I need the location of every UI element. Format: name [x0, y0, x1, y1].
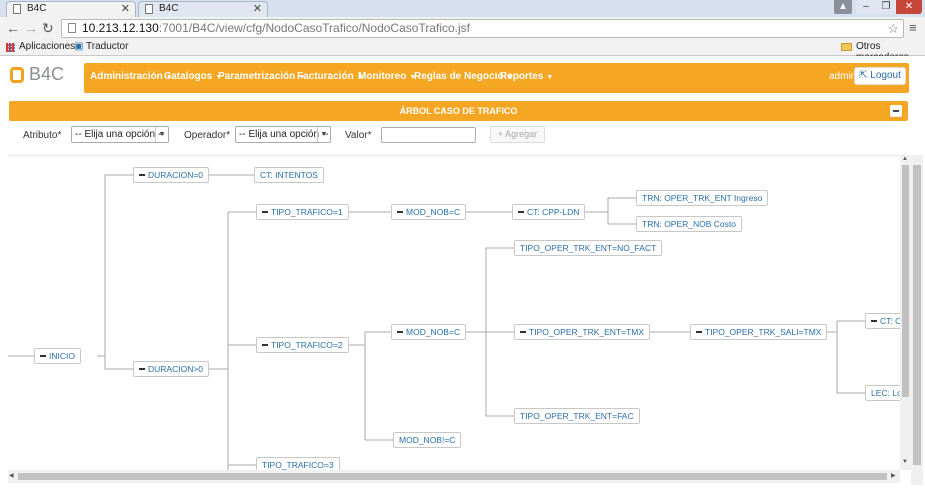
tree-node-trn-ingreso[interactable]: TRN: OPER_TRK_ENT Ingreso	[636, 190, 769, 206]
nav-parametrizacion[interactable]: Parametrización ▼	[218, 71, 305, 82]
tree-node-mod-nob-2[interactable]: MOD_NOB=C	[391, 324, 467, 340]
browser-menu-icon[interactable]: ≡	[909, 20, 917, 35]
close-window-icon[interactable]: ✕	[896, 0, 922, 14]
tree-node-tipo-trafico-2[interactable]: TIPO_TRAFICO=2	[256, 337, 349, 353]
nav-catalogos[interactable]: Catalogos ▼	[164, 71, 222, 82]
forward-icon[interactable]: →	[24, 20, 38, 36]
nav-administracion[interactable]: Administración ▼	[90, 71, 173, 82]
filter-form: Atributo* -- Elija una opción -- ▼ Opera…	[0, 121, 925, 155]
nav-reglas-negocio[interactable]: Reglas de Negocio ▼	[414, 71, 513, 82]
tree-node-oper-trk-sali-tmx[interactable]: TIPO_OPER_TRK_SALI=TMX	[690, 324, 828, 340]
close-tab-icon[interactable]: ✕	[121, 2, 130, 15]
logo-icon	[10, 67, 24, 83]
collapse-icon[interactable]	[871, 319, 877, 322]
app-logo: B4C	[29, 64, 65, 84]
operador-label: Operador*	[184, 130, 231, 141]
collapse-icon[interactable]	[397, 210, 403, 213]
chevron-down-icon: ▼	[155, 127, 168, 142]
apps-icon	[6, 43, 15, 52]
valor-input[interactable]	[381, 127, 476, 143]
bookmarks-bar: Aplicaciones ▣ Traductor Otros marcadore…	[0, 39, 925, 63]
scroll-thumb[interactable]	[913, 165, 921, 465]
tree-node-tipo-trafico-3[interactable]: TIPO_TRAFICO=3	[256, 457, 340, 470]
tree-node-tipo-trafico-1[interactable]: TIPO_TRAFICO=1	[256, 204, 349, 220]
panel-header: ÁRBOL CASO DE TRAFICO	[9, 101, 908, 121]
user-profile-icon[interactable]: ▲	[834, 0, 852, 14]
tree-node-trn-costo[interactable]: TRN: OPER_NOB Costo	[636, 216, 742, 232]
tree-node-duracion-gt-0[interactable]: DURACION>0	[133, 361, 210, 377]
maximize-icon[interactable]: ❐	[876, 0, 896, 14]
tree-node-inicio[interactable]: INICIO	[34, 348, 81, 364]
url-path: :7001/B4C/view/cfg/NodoCasoTrafico/NodoC…	[158, 21, 470, 35]
tree-node-duracion-0[interactable]: DURACION=0	[133, 167, 210, 183]
collapse-icon[interactable]	[139, 173, 145, 176]
scroll-thumb[interactable]	[902, 165, 909, 397]
scroll-left-icon[interactable]: ◀	[9, 472, 14, 479]
valor-label: Valor*	[345, 130, 372, 141]
collapse-icon[interactable]	[262, 343, 268, 346]
tree-node-ct-intentos[interactable]: CT: INTENTOS	[254, 167, 324, 183]
page-icon	[145, 4, 153, 14]
decision-tree: INICIO DURACION=0 DURACION>0 CT: INTENTO…	[8, 155, 900, 470]
page-icon	[68, 23, 76, 33]
browser-toolbar: ← → ↻ 10.213.12.130:7001/B4C/view/cfg/No…	[0, 17, 925, 39]
translate-icon: ▣	[74, 41, 84, 52]
chevron-down-icon: ▼	[317, 127, 330, 142]
nav-reportes[interactable]: Reportes ▼	[500, 71, 553, 82]
close-tab-icon[interactable]: ✕	[253, 2, 262, 15]
collapse-icon[interactable]	[40, 354, 46, 357]
scroll-right-icon[interactable]: ▶	[891, 472, 896, 479]
main-navbar: Administración ▼ Catalogos ▼ Parametrizaci…	[84, 63, 909, 93]
tree-node-lec[interactable]: LEC: Lo	[865, 385, 900, 401]
scroll-down-icon[interactable]: ▼	[902, 459, 908, 465]
tree-vertical-scrollbar[interactable]: ▲ ▼	[900, 155, 911, 470]
tree-horizontal-scrollbar[interactable]: ◀ ▶	[8, 470, 900, 483]
collapse-icon[interactable]	[518, 210, 524, 213]
url-host: 10.213.12.130	[82, 21, 159, 35]
caret-down-icon: ▼	[546, 74, 554, 81]
tree-node-ct-cl[interactable]: CT: Cl	[865, 313, 900, 329]
tree-node-mod-nob-1[interactable]: MOD_NOB=C	[391, 204, 467, 220]
bookmark-apps[interactable]: Aplicaciones	[19, 41, 75, 52]
page-icon	[13, 4, 21, 14]
page-scrollbar[interactable]	[911, 155, 923, 485]
bookmark-translator[interactable]: Traductor	[86, 41, 128, 52]
bookmark-star-icon[interactable]: ☆	[887, 20, 899, 37]
user-name: admin	[829, 71, 857, 82]
collapse-icon[interactable]	[520, 330, 526, 333]
atributo-label: Atributo*	[23, 130, 62, 141]
reload-icon[interactable]: ↻	[42, 20, 54, 37]
minimize-icon[interactable]: –	[856, 0, 876, 14]
panel-title: ÁRBOL CASO DE TRAFICO	[399, 106, 518, 116]
back-icon[interactable]: ←	[6, 20, 20, 36]
browser-tab-active[interactable]: B4C ✕	[6, 1, 136, 17]
atributo-select[interactable]: -- Elija una opción -- ▼	[71, 126, 169, 143]
logout-button[interactable]: ⇱ Logout	[854, 67, 906, 85]
logout-icon: ⇱	[859, 70, 871, 81]
scroll-thumb[interactable]	[18, 473, 887, 480]
browser-tab-inactive[interactable]: B4C ✕	[138, 1, 268, 17]
folder-icon	[841, 43, 852, 51]
browser-tab-bar: B4C ✕ B4C ✕ ▲ – ❐ ✕	[0, 0, 925, 17]
tab-title: B4C	[159, 3, 179, 14]
operador-select[interactable]: -- Elija una opción -- ▼	[235, 126, 331, 143]
nav-monitoreo[interactable]: Monitoreo ▼	[358, 71, 416, 82]
nav-facturacion[interactable]: Facturación ▼	[297, 71, 364, 82]
tree-node-mod-nob-ne[interactable]: MOD_NOB!=C	[393, 432, 462, 448]
tab-title: B4C	[27, 3, 47, 14]
collapse-icon[interactable]	[696, 330, 702, 333]
collapse-icon[interactable]	[139, 367, 145, 370]
collapse-button[interactable]	[890, 105, 902, 117]
add-button[interactable]: + Agregar	[490, 126, 545, 143]
tree-node-ct-cpp-ldn[interactable]: CT: CPP-LDN	[512, 204, 586, 220]
tree-node-oper-trk-ent-tmx[interactable]: TIPO_OPER_TRK_ENT=TMX	[514, 324, 651, 340]
scroll-up-icon[interactable]: ▲	[902, 156, 908, 162]
tree-node-oper-trk-ent-nofact[interactable]: TIPO_OPER_TRK_ENT=NO_FACT	[514, 240, 663, 256]
tree-node-oper-trk-ent-fac[interactable]: TIPO_OPER_TRK_ENT=FAC	[514, 408, 640, 424]
collapse-icon[interactable]	[262, 210, 268, 213]
collapse-icon[interactable]	[397, 330, 403, 333]
app-header: B4C Administración ▼ Catalogos ▼ Parametri…	[0, 56, 925, 96]
address-bar[interactable]: 10.213.12.130:7001/B4C/view/cfg/NodoCaso…	[61, 19, 904, 38]
